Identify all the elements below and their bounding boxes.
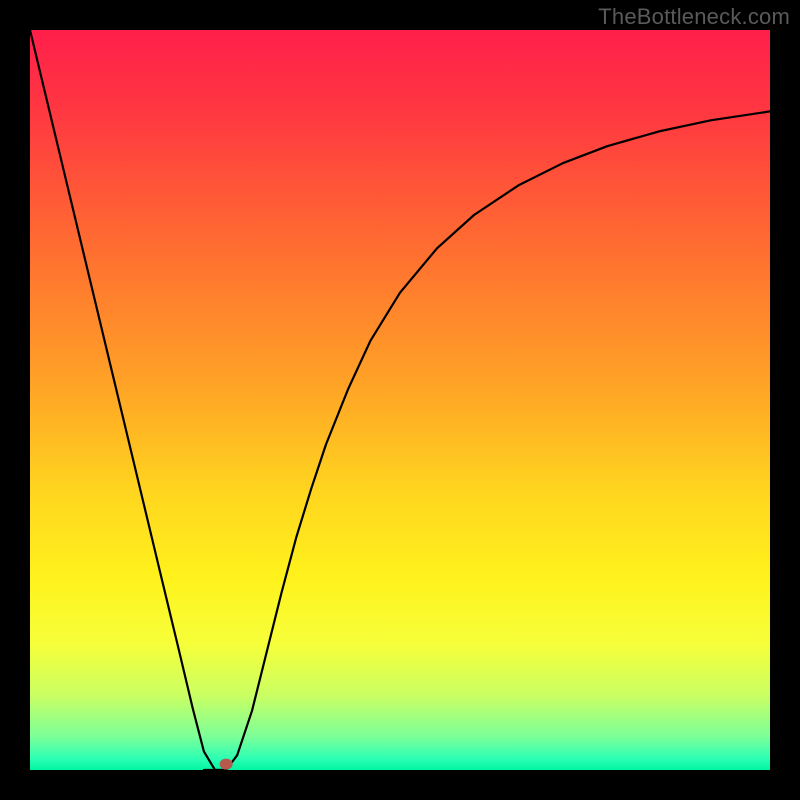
chart-frame: TheBottleneck.com xyxy=(0,0,800,800)
plot-svg xyxy=(30,30,770,770)
plot-area xyxy=(30,30,770,770)
optimal-point-marker xyxy=(220,759,232,769)
watermark-text: TheBottleneck.com xyxy=(598,4,790,30)
gradient-background xyxy=(30,30,770,770)
